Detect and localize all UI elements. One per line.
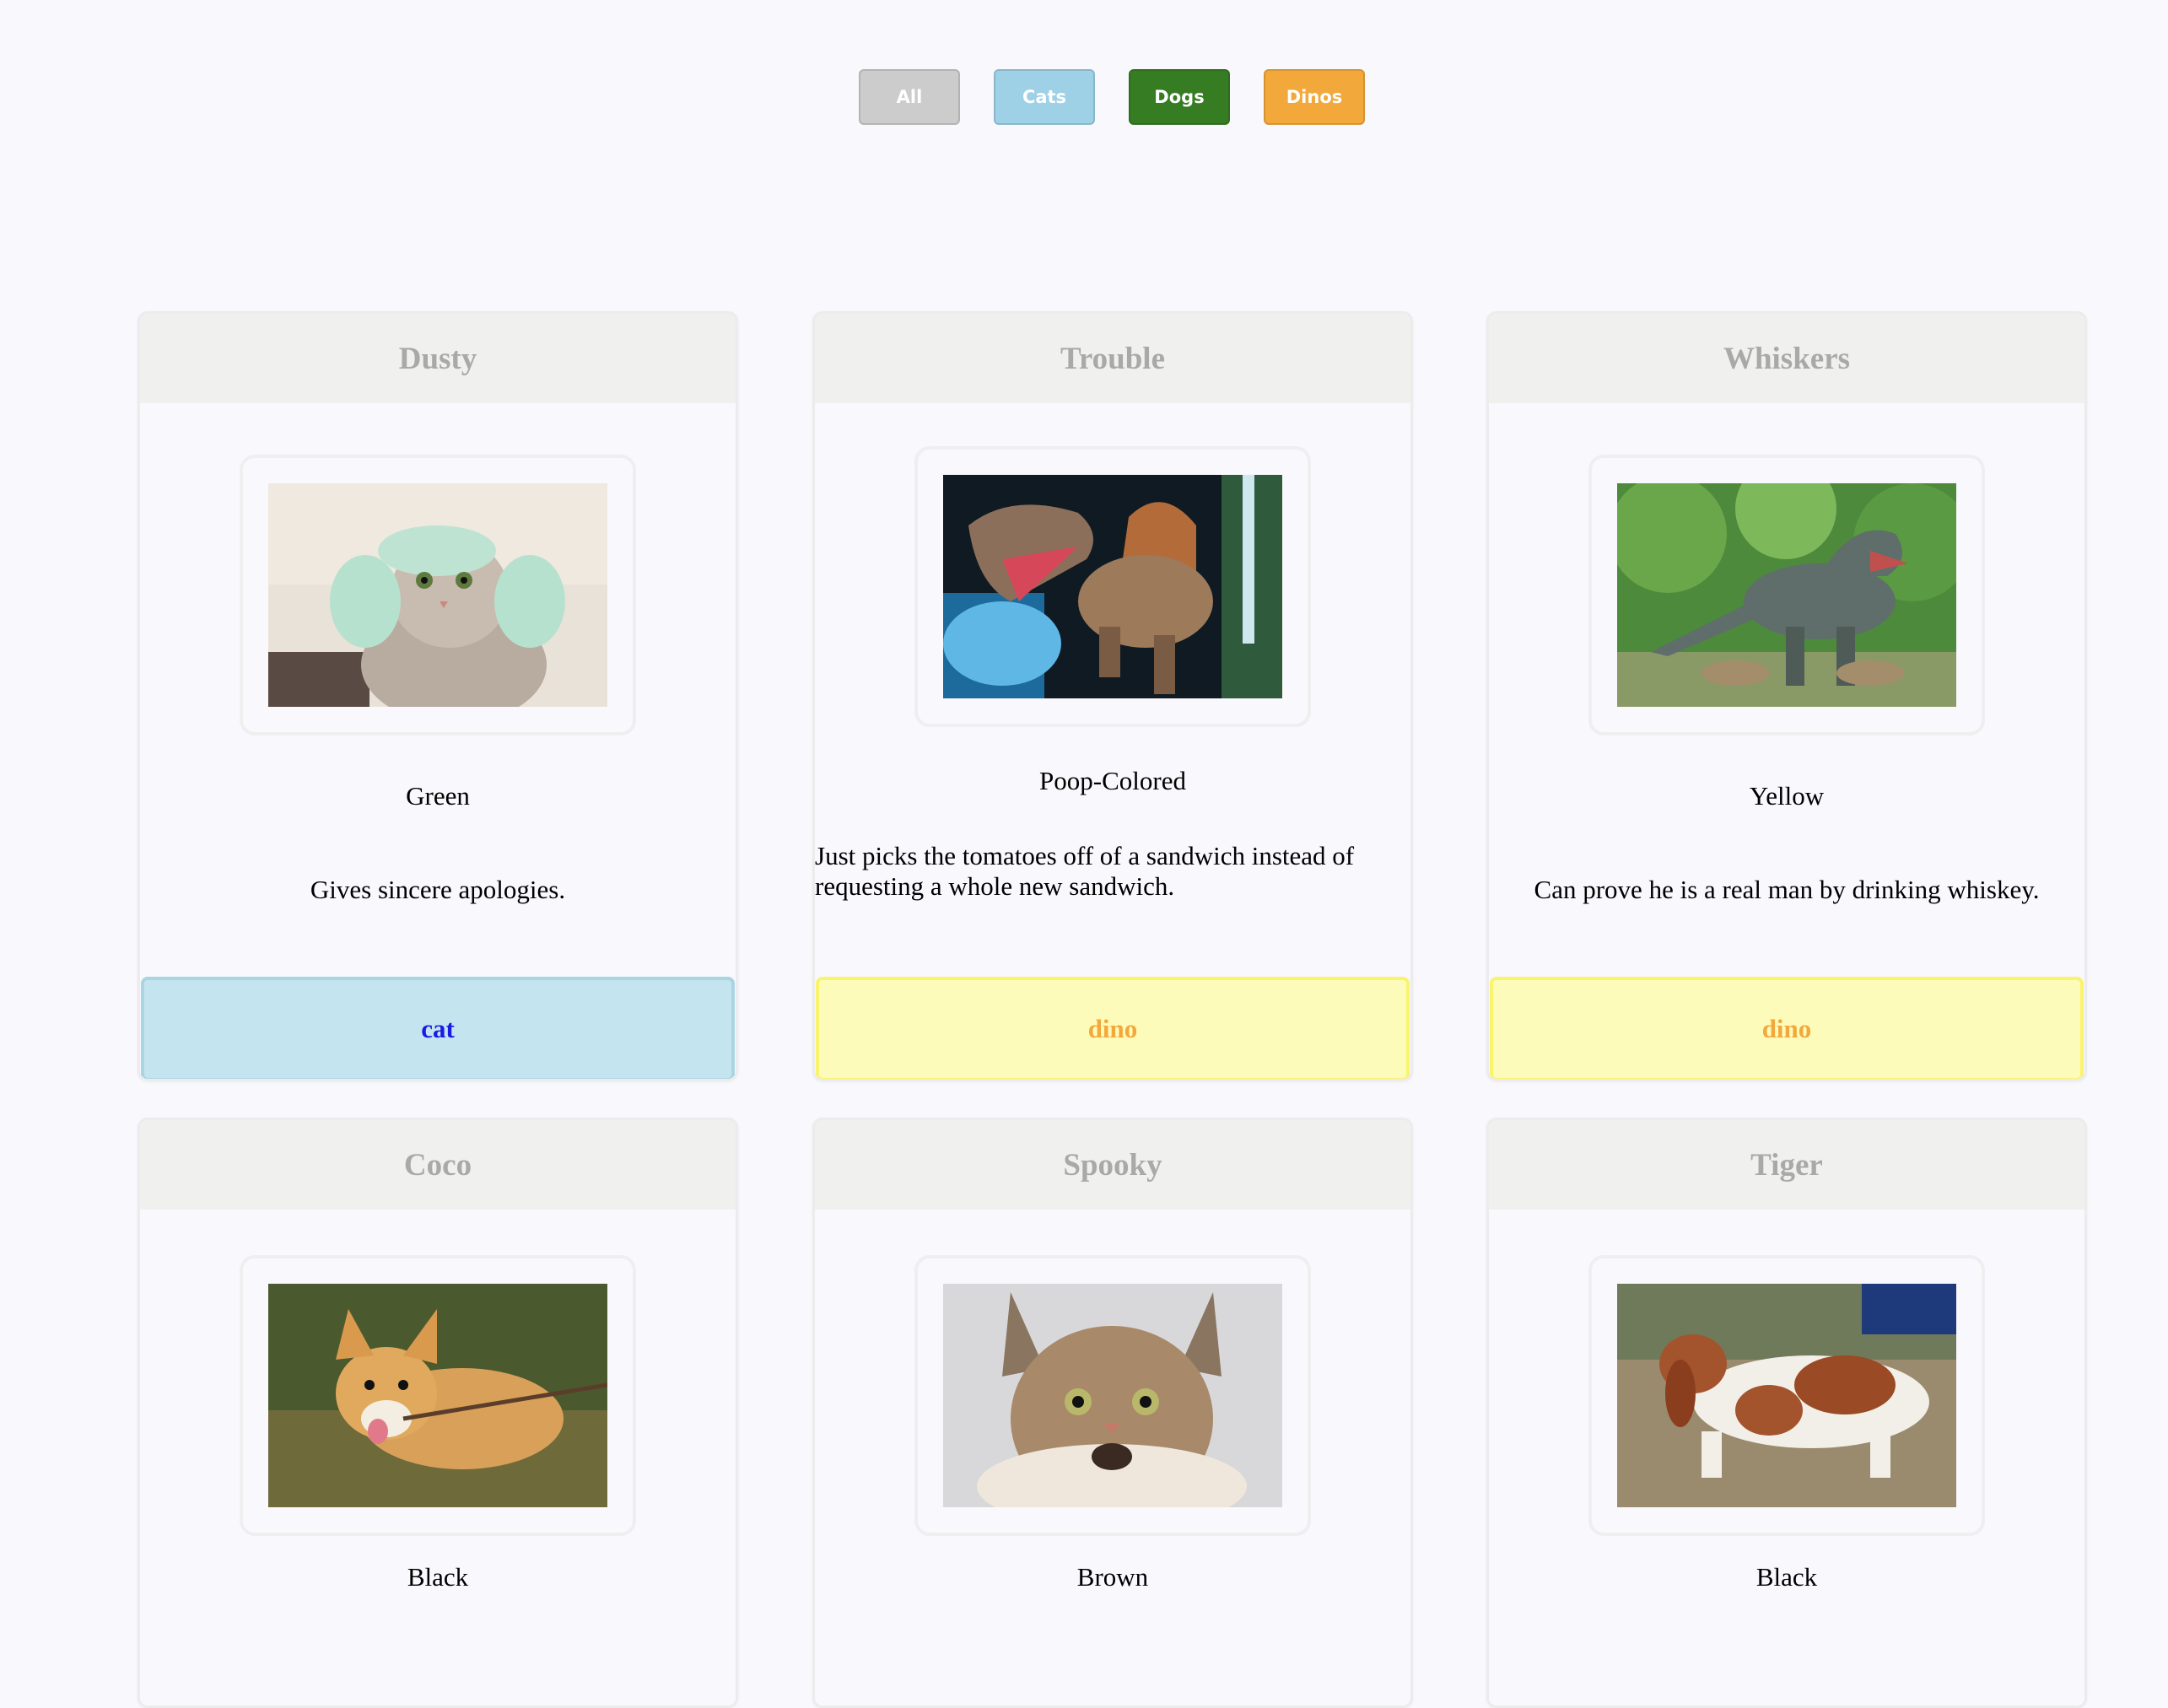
pet-description: Can prove he is a real man by drinking w… [1534, 875, 2040, 904]
pet-card: Trouble Poop-Colored Just picks the toma… [812, 311, 1413, 1081]
card-header: Trouble [815, 314, 1410, 403]
card-header: Dusty [140, 314, 736, 403]
pet-photo [1617, 483, 1956, 707]
pet-color: Black [1755, 1562, 1818, 1592]
filter-bar: All Cats Dogs Dinos [0, 69, 2168, 125]
pet-card: Whiskers Yellow Can prove he is a real m… [1486, 311, 2087, 1081]
photo-frame [240, 1255, 636, 1536]
pet-description: Just picks the tomatoes off of a sandwic… [815, 841, 1355, 901]
pet-photo [943, 475, 1282, 698]
filter-dinos-button[interactable]: Dinos [1264, 69, 1365, 125]
card-header: Spooky [815, 1120, 1410, 1210]
pet-card: Tiger Black [1486, 1118, 2087, 1708]
pet-card: Coco Black [138, 1118, 738, 1708]
pet-type-badge: dino [1490, 977, 2084, 1079]
pet-photo [943, 1284, 1282, 1507]
card-header: Tiger [1489, 1120, 2084, 1210]
pet-name: Tiger [1750, 1147, 1823, 1183]
filter-cats-button[interactable]: Cats [994, 69, 1095, 125]
filter-dogs-button[interactable]: Dogs [1129, 69, 1230, 125]
pet-color: Green [406, 781, 470, 811]
pet-photo [268, 483, 607, 707]
card-header: Coco [140, 1120, 736, 1210]
pet-name: Whiskers [1723, 341, 1851, 376]
pet-color: Yellow [1749, 781, 1825, 811]
photo-frame [1588, 455, 1985, 735]
pet-name: Spooky [1063, 1147, 1162, 1183]
photo-frame [914, 1255, 1311, 1536]
card-header: Whiskers [1489, 314, 2084, 403]
photo-frame [914, 446, 1311, 727]
pet-type-badge: cat [141, 977, 735, 1079]
pet-color: Black [407, 1562, 469, 1592]
pet-name: Trouble [1060, 341, 1166, 376]
photo-frame [1588, 1255, 1985, 1536]
filter-all-button[interactable]: All [859, 69, 960, 125]
pet-card: Dusty Green Gives sincere apologies. cat [138, 311, 738, 1081]
pet-name: Dusty [398, 341, 477, 376]
photo-frame [240, 455, 636, 735]
pet-photo [268, 1284, 607, 1507]
pet-card: Spooky Brown [812, 1118, 1413, 1708]
pet-type-badge: dino [816, 977, 1410, 1079]
pet-description: Gives sincere apologies. [310, 875, 566, 904]
pet-name: Coco [403, 1147, 472, 1183]
pet-color: Brown [1076, 1562, 1149, 1592]
pet-color: Poop-Colored [1039, 766, 1186, 795]
pet-photo [1617, 1284, 1956, 1507]
